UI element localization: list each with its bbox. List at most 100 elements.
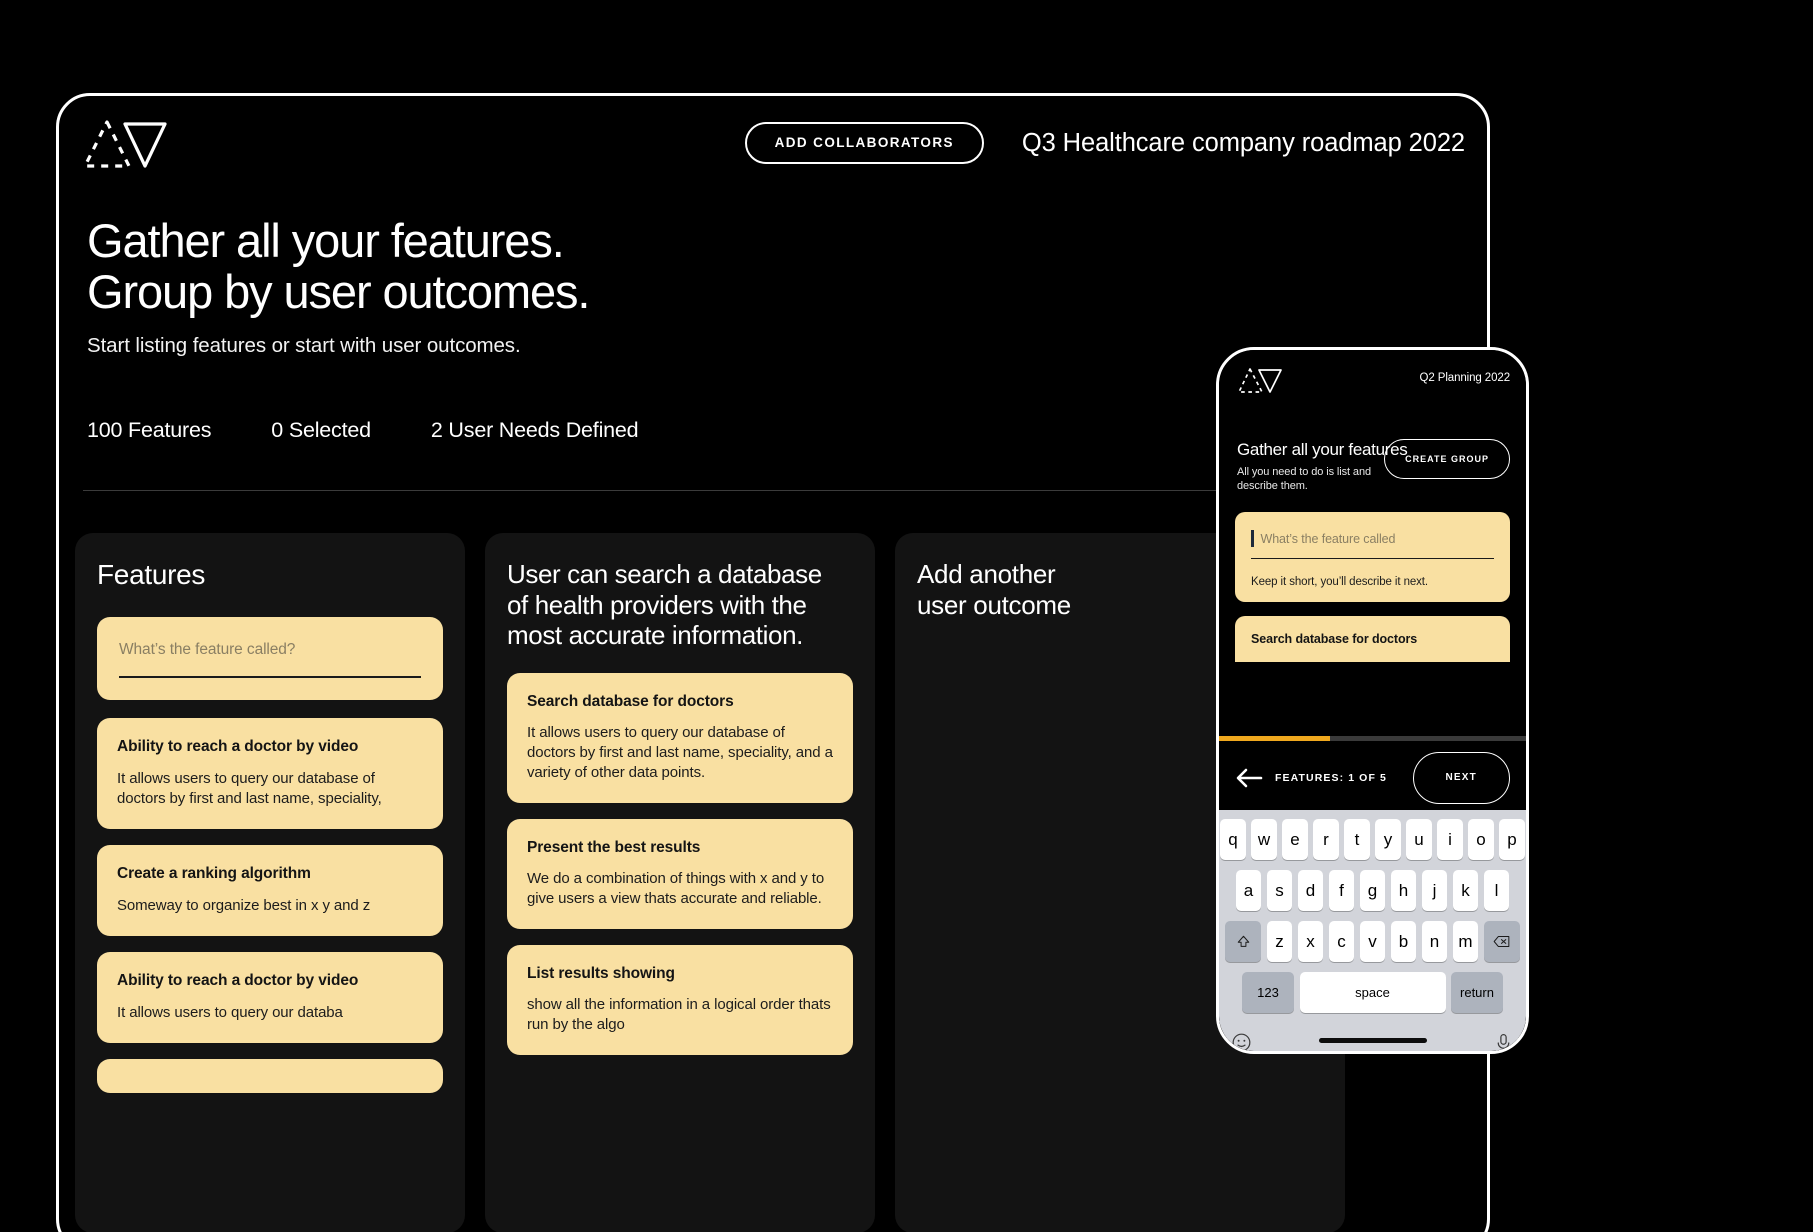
desktop-topbar-right: ADD COLLABORATORS Q3 Healthcare company … bbox=[744, 116, 1465, 170]
feature-card[interactable] bbox=[97, 1058, 443, 1093]
feature-card[interactable]: Ability to reach a doctor by video It al… bbox=[97, 951, 443, 1043]
key-s[interactable]: s bbox=[1266, 870, 1293, 911]
keyboard-row-4: 123 space return bbox=[1219, 972, 1526, 1013]
feature-card[interactable]: Create a ranking algorithm Someway to or… bbox=[97, 844, 443, 936]
phone-step-counter: FEATURES: 1 OF 5 bbox=[1275, 772, 1387, 784]
create-group-button[interactable]: CREATE GROUP bbox=[1384, 439, 1510, 479]
phone-feature-name-input[interactable]: What’s the feature called bbox=[1261, 532, 1396, 546]
key-w[interactable]: w bbox=[1251, 819, 1277, 860]
add-outcome-title-line-2: user outcome bbox=[917, 590, 1071, 621]
phone-plan-label: Q2 Planning 2022 bbox=[1419, 372, 1511, 384]
key-l[interactable]: l bbox=[1483, 870, 1510, 911]
key-q[interactable]: q bbox=[1220, 819, 1246, 860]
key-j[interactable]: j bbox=[1421, 870, 1448, 911]
keyboard-row-1: qwertyuiop bbox=[1219, 819, 1526, 860]
feature-card-body: Someway to organize best in x y and z bbox=[117, 896, 371, 914]
keyboard-bottom-row bbox=[1219, 1023, 1526, 1051]
outcome-feature-card-body: We do a combination of things with x and… bbox=[527, 870, 825, 907]
feature-card-title: Create a ranking algorithm bbox=[117, 864, 311, 882]
phone-hero: Gather all your features All you need to… bbox=[1219, 404, 1526, 492]
phone-body: What’s the feature called Keep it short,… bbox=[1219, 490, 1526, 663]
feature-card-body: It allows users to query our databa bbox=[117, 1004, 343, 1022]
key-k[interactable]: k bbox=[1452, 870, 1479, 911]
shift-icon[interactable] bbox=[1225, 921, 1262, 962]
home-indicator bbox=[1318, 1038, 1427, 1043]
key-a[interactable]: a bbox=[1235, 870, 1262, 911]
key-h[interactable]: h bbox=[1390, 870, 1417, 911]
key-m[interactable]: m bbox=[1452, 921, 1479, 962]
add-collaborators-button[interactable]: ADD COLLABORATORS bbox=[744, 122, 984, 164]
hero-subheading: Start listing features or start with use… bbox=[87, 333, 521, 357]
hero-section: Gather all your features. Group by user … bbox=[87, 214, 1287, 358]
key-o[interactable]: o bbox=[1468, 819, 1494, 860]
key-x[interactable]: x bbox=[1297, 921, 1324, 962]
arrow-left-icon[interactable] bbox=[1235, 767, 1263, 789]
outcome-feature-card-body: show all the information in a logical or… bbox=[527, 996, 831, 1033]
phone-app-logo-icon bbox=[1237, 366, 1285, 396]
key-u[interactable]: u bbox=[1406, 819, 1432, 860]
board-columns: Features What’s the feature called? Abil… bbox=[75, 533, 1345, 1232]
outcome-feature-card[interactable]: Search database for doctors It allows us… bbox=[507, 673, 853, 803]
key-p[interactable]: p bbox=[1499, 819, 1525, 860]
outcome-feature-card[interactable]: List results showing show all the inform… bbox=[507, 944, 853, 1055]
feature-name-input[interactable]: What’s the feature called? bbox=[119, 641, 421, 659]
outcome-feature-card-title: List results showing bbox=[527, 964, 675, 982]
feature-card[interactable]: Ability to reach a doctor by video It al… bbox=[97, 717, 443, 829]
phone-feature-card[interactable]: Search database for doctors bbox=[1235, 616, 1510, 663]
app-logo-icon bbox=[81, 116, 173, 174]
backspace-icon[interactable] bbox=[1483, 921, 1520, 962]
next-button[interactable]: NEXT bbox=[1412, 752, 1510, 804]
key-i[interactable]: i bbox=[1437, 819, 1463, 860]
key-e[interactable]: e bbox=[1282, 819, 1308, 860]
emoji-icon[interactable] bbox=[1231, 1032, 1252, 1051]
add-outcome-title-line-1: Add another bbox=[917, 559, 1056, 589]
key-b[interactable]: b bbox=[1390, 921, 1417, 962]
screenshot-root: ADD COLLABORATORS Q3 Healthcare company … bbox=[0, 0, 1813, 1232]
column-user-outcome: User can search a database of health pro… bbox=[485, 533, 875, 1232]
key-y[interactable]: y bbox=[1375, 819, 1401, 860]
phone-input-hint: Keep it short, you’ll describe it next. bbox=[1251, 576, 1428, 589]
outcome-feature-card-title: Search database for doctors bbox=[527, 693, 734, 711]
desktop-topbar: ADD COLLABORATORS Q3 Healthcare company … bbox=[59, 96, 1487, 200]
key-d[interactable]: d bbox=[1297, 870, 1324, 911]
column-features-title: Features bbox=[97, 559, 206, 590]
key-g[interactable]: g bbox=[1359, 870, 1386, 911]
phone-screen: Q2 Planning 2022 Gather all your feature… bbox=[1219, 350, 1526, 1051]
return-key[interactable]: return bbox=[1451, 972, 1503, 1013]
key-n[interactable]: n bbox=[1421, 921, 1448, 962]
document-title: Q3 Healthcare company roadmap 2022 bbox=[1021, 128, 1465, 157]
stat-user-needs-count: 2 User Needs Defined bbox=[430, 418, 639, 442]
key-c[interactable]: c bbox=[1328, 921, 1355, 962]
phone-mockup: Q2 Planning 2022 Gather all your feature… bbox=[1216, 347, 1529, 1054]
key-r[interactable]: r bbox=[1313, 819, 1339, 860]
phone-input-underline bbox=[1251, 558, 1494, 560]
outcome-feature-card-title: Present the best results bbox=[527, 838, 701, 856]
outcome-feature-card[interactable]: Present the best results We do a combina… bbox=[507, 818, 853, 929]
column-user-outcome-title: User can search a database of health pro… bbox=[507, 559, 822, 651]
space-key[interactable]: space bbox=[1299, 972, 1446, 1013]
hero-heading-line-2: Group by user outcomes. bbox=[87, 264, 591, 318]
feature-card-title: Ability to reach a doctor by video bbox=[117, 737, 359, 755]
phone-feature-card-title: Search database for doctors bbox=[1251, 632, 1418, 647]
hero-heading: Gather all your features. Group by user … bbox=[87, 214, 1287, 318]
phone-topbar: Q2 Planning 2022 bbox=[1219, 350, 1526, 404]
microphone-icon[interactable] bbox=[1493, 1032, 1514, 1051]
key-z[interactable]: z bbox=[1266, 921, 1293, 962]
outcome-feature-card-body: It allows users to query our database of… bbox=[527, 724, 833, 781]
phone-feature-input-card[interactable]: What’s the feature called Keep it short,… bbox=[1235, 512, 1510, 603]
keyboard-row-3-letters: zxcvbnm bbox=[1266, 921, 1479, 962]
hero-heading-line-1: Gather all your features. bbox=[87, 214, 565, 267]
text-caret-icon bbox=[1251, 530, 1254, 547]
key-v[interactable]: v bbox=[1359, 921, 1386, 962]
key-t[interactable]: t bbox=[1344, 819, 1370, 860]
feature-card-body: It allows users to query our database of… bbox=[117, 769, 382, 807]
feature-name-input-card[interactable]: What’s the feature called? bbox=[97, 617, 443, 700]
column-features: Features What’s the feature called? Abil… bbox=[75, 533, 465, 1232]
key-f[interactable]: f bbox=[1328, 870, 1355, 911]
numbers-key[interactable]: 123 bbox=[1242, 972, 1294, 1013]
stats-row: 100 Features 0 Selected 2 User Needs Def… bbox=[87, 418, 658, 443]
keyboard-row-3: zxcvbnm bbox=[1219, 921, 1526, 962]
input-underline bbox=[119, 676, 421, 678]
phone-feature-input-row[interactable]: What’s the feature called bbox=[1251, 530, 1494, 547]
phone-keyboard: qwertyuiop asdfghjkl zxcvbnm 123 space r… bbox=[1219, 810, 1526, 1051]
